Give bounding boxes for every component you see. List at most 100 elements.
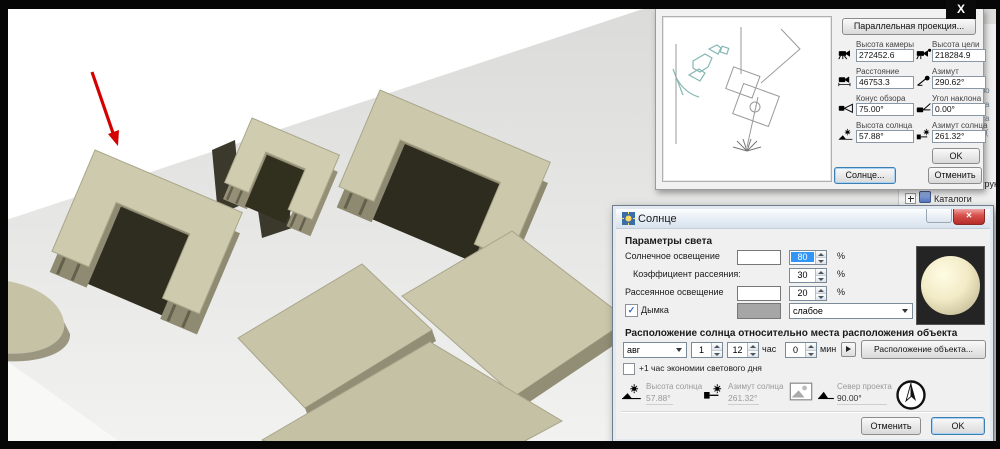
tree-item-catalogs[interactable]: Каталоги [919,191,972,204]
altitude-label: Высота солнца [646,382,702,391]
haze-label: Дымка [641,305,669,315]
sun-altitude-icon [838,128,854,141]
target-height-field[interactable]: 218284.9 [932,49,986,62]
parallel-projection-button[interactable]: Параллельная проекция... [842,18,976,35]
view-cone-field[interactable]: 75.00° [856,103,914,116]
minute-stepper[interactable]: 0 [785,342,817,358]
cancel-button[interactable]: Отменить [861,417,921,435]
stepper-up-icon[interactable] [748,343,758,351]
percent-label: % [837,287,845,297]
sun-button[interactable]: Солнце... [834,167,896,184]
sun-dialog: Солнце ✕ Параметры света Солнечное освещ… [612,205,994,443]
projection-settings-dialog: Параллельная проекция... Высота камеры 2… [655,8,984,190]
stepper-down-icon[interactable] [816,276,826,282]
close-icon[interactable]: ✕ [953,209,985,225]
field-label: Высота цели [932,40,980,49]
chevron-down-icon [676,348,682,352]
frame-left [0,0,8,449]
month-dropdown[interactable]: авг [623,342,687,358]
app-frame: во са са в ( Общая инструкц Каталоги [0,0,1000,449]
azimuth-field[interactable]: 290.62° [932,76,986,89]
hour-stepper[interactable]: 12 [727,342,759,358]
target-height-icon [916,47,932,60]
overlay-close-icon[interactable]: X [946,0,976,19]
haze-dropdown[interactable]: слабое [789,303,913,319]
material-preview [916,246,985,325]
sun-azimuth-icon [703,384,725,400]
haze-color-swatch[interactable] [737,303,781,319]
diffuse-stepper[interactable]: 30 [789,268,827,283]
catalog-icon [919,191,931,203]
stepper-down-icon[interactable] [816,294,826,300]
azimuth-icon [916,74,932,87]
altitude-value: 57.88° [646,393,673,405]
field-label: Расстояние [856,67,899,76]
north-icon [817,388,835,400]
hour-unit-label: час [762,344,776,354]
ok-button[interactable]: OK [932,148,980,164]
plan-preview[interactable] [662,16,832,182]
object-location-button[interactable]: Расположение объекта... [861,340,986,359]
sun-altitude-icon [621,384,643,400]
diffuse-label: Коэффициент рассеяния: [633,269,741,279]
help-button[interactable] [926,209,952,223]
stepper-up-icon[interactable] [712,343,722,351]
sun-dialog-title: Солнце [638,213,677,225]
play-icon[interactable] [841,342,856,357]
project-north-value[interactable]: 90.00° [837,393,887,405]
sun-altitude-field[interactable]: 57.88° [856,130,914,143]
camera-height-field[interactable]: 272452.6 [856,49,914,62]
frame-bottom [0,441,1000,449]
frame-right [996,0,1000,449]
ambient-stepper[interactable]: 20 [789,286,827,301]
sun-dialog-titlebar[interactable]: Солнце ✕ [616,209,990,229]
position-section-header: Расположение солнца относительно места р… [625,328,957,339]
sun-light-stepper[interactable]: 80 [789,250,827,265]
photo-icon [789,382,813,401]
sun-light-label: Солнечное освещение [625,251,720,261]
field-label: Угол наклона [932,94,981,103]
stepper-up-icon[interactable] [816,251,826,258]
preview-sphere [921,256,980,315]
stepper-up-icon[interactable] [816,287,826,294]
azimuth-label: Азимут солнца [728,382,783,391]
haze-checkbox[interactable]: ✓ [625,304,638,317]
sun-dialog-icon [622,212,635,225]
ambient-color-swatch[interactable] [737,286,781,301]
camera-height-icon [838,47,854,60]
sun-light-color-swatch[interactable] [737,250,781,265]
day-stepper[interactable]: 1 [691,342,723,358]
tilt-angle-icon [916,101,932,114]
distance-field[interactable]: 46753.3 [856,76,914,89]
stepper-down-icon[interactable] [806,351,816,358]
ok-button[interactable]: OK [931,417,985,435]
plan-preview-drawing [663,17,831,181]
sun-azimuth-icon [916,128,932,141]
minute-unit-label: мин [820,344,836,354]
stepper-down-icon[interactable] [748,351,758,358]
project-north-label: Север проекта [837,382,892,391]
stepper-up-icon[interactable] [806,343,816,351]
field-label: Конус обзора [856,94,905,103]
view-cone-icon [838,101,854,114]
dst-checkbox[interactable] [623,363,635,375]
chevron-down-icon [902,309,908,313]
tilt-angle-field[interactable]: 0.00° [932,103,986,116]
light-section-header: Параметры света [625,236,712,247]
stepper-down-icon[interactable] [712,351,722,358]
dst-label: +1 час экономии светового дня [639,363,762,373]
cancel-button[interactable]: Отменить [928,167,982,184]
field-label: Азимут солнца [932,121,987,130]
stepper-up-icon[interactable] [816,269,826,276]
stepper-down-icon[interactable] [816,258,826,264]
tree-expander-icon[interactable] [905,193,916,204]
field-label: Азимут [932,67,959,76]
sun-azimuth-field[interactable]: 261.32° [932,130,986,143]
field-label: Высота солнца [856,121,912,130]
compass-icon [894,378,928,412]
distance-icon [838,74,854,87]
ambient-label: Рассеянное освещение [625,287,724,297]
field-label: Высота камеры [856,40,914,49]
check-icon: ✓ [626,305,637,315]
percent-label: % [837,269,845,279]
